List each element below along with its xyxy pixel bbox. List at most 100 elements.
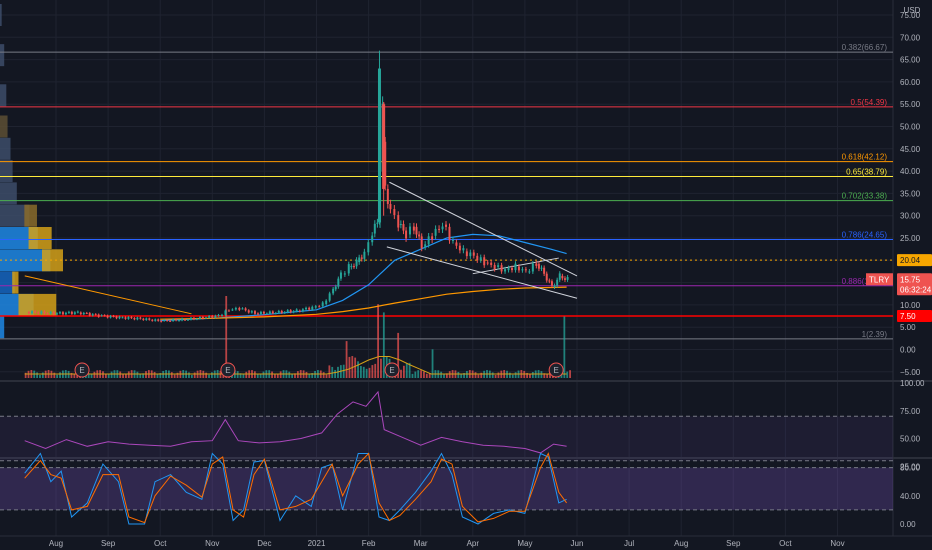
candle-body — [145, 318, 148, 320]
candle-body — [198, 317, 201, 319]
volume-bar — [208, 374, 210, 378]
candle-body — [217, 314, 220, 316]
price-axis-tick: 45.00 — [900, 145, 921, 154]
candle-body — [46, 313, 49, 315]
volume-bar — [193, 372, 196, 378]
candle-body — [280, 310, 283, 313]
candle-body — [178, 320, 181, 322]
candle-body — [479, 257, 482, 261]
volume-profile-bar — [0, 84, 7, 107]
volume-bar — [460, 374, 463, 378]
candle-body — [85, 312, 88, 314]
candle-body — [517, 266, 520, 271]
candle-body — [507, 268, 510, 271]
candle-body — [352, 266, 355, 268]
candle-body — [451, 239, 454, 241]
candle-body — [241, 308, 244, 310]
volume-bar — [357, 361, 359, 378]
volume-bar — [382, 312, 385, 378]
candle-body — [486, 262, 489, 264]
volume-bar — [380, 358, 382, 378]
fib-level-label: 0.786(24.65) — [842, 231, 888, 240]
candle-body — [227, 310, 230, 312]
volume-bar — [511, 374, 514, 378]
candle-body — [139, 317, 142, 319]
candle-body — [163, 319, 166, 321]
volume-bar — [448, 371, 451, 378]
rsi-axis-tick: 100.00 — [900, 379, 925, 388]
price-badge-label: 20.04 — [900, 256, 921, 265]
volume-bar — [457, 371, 460, 378]
volume-bar — [36, 372, 39, 378]
candle-body — [337, 278, 340, 287]
volume-bar — [497, 372, 500, 378]
stoch-axis-tick: 0.00 — [900, 520, 916, 529]
volume-bar — [59, 372, 61, 378]
volume-bar — [139, 374, 142, 378]
candle-body — [127, 317, 130, 319]
candle-body — [181, 318, 184, 321]
volume-bar — [402, 365, 405, 378]
rsi-axis-tick: 75.00 — [900, 407, 921, 416]
volume-bar — [170, 372, 173, 378]
volume-bar — [428, 373, 431, 378]
candle-body — [64, 312, 67, 315]
rsi-axis-tick: 50.00 — [900, 435, 921, 444]
candle-body — [124, 317, 127, 319]
earnings-marker-label: E — [553, 366, 558, 375]
volume-bar — [39, 374, 41, 378]
volume-bar — [546, 374, 549, 378]
candle-body — [274, 313, 277, 315]
candle-body — [37, 312, 40, 314]
candle-body — [545, 273, 548, 281]
candle-body — [259, 311, 262, 315]
volume-bar — [368, 367, 371, 378]
price-axis-tick: 30.00 — [900, 212, 921, 221]
chart-canvas[interactable]: 0.382(66.67) 0.5(54.39) 0.618(42.12) 0.65(3… — [0, 0, 932, 550]
candle-body — [305, 307, 308, 310]
volume-profile-bar — [0, 137, 11, 160]
volume-bar — [53, 372, 56, 378]
candle-body — [431, 236, 434, 240]
candle-body — [553, 285, 556, 288]
candle-body — [339, 272, 342, 279]
candle-body — [490, 262, 493, 265]
candle-body — [94, 314, 97, 316]
price-axis-tick: 35.00 — [900, 189, 921, 198]
candle-body — [265, 313, 268, 315]
candle-body — [558, 273, 561, 280]
candle-body — [295, 309, 298, 312]
candle-body — [58, 312, 61, 314]
symbol-badge-label: TLRY — [869, 275, 890, 284]
candle-body — [465, 251, 468, 257]
earnings-marker-label: E — [79, 366, 84, 375]
volume-bar — [242, 374, 245, 378]
fib-level-label: 0.702(33.38) — [842, 192, 888, 201]
candle-body — [493, 264, 496, 270]
volume-bar — [420, 370, 422, 378]
candle-body — [540, 267, 543, 269]
candle-body — [121, 317, 124, 319]
volume-bar — [540, 371, 543, 378]
volume-bar — [477, 374, 480, 378]
candle-body — [154, 319, 157, 321]
volume-bar — [173, 374, 176, 378]
candle-body — [238, 307, 241, 310]
candle-body — [157, 319, 160, 321]
candle-body — [325, 300, 328, 305]
candle-body — [136, 317, 139, 320]
volume-profile-bar — [0, 316, 5, 339]
candle-body — [231, 309, 234, 311]
volume-bar — [127, 371, 130, 378]
time-axis-tick: Aug — [674, 539, 688, 548]
volume-bar — [110, 371, 113, 378]
candle-body — [472, 252, 475, 256]
candle-body — [43, 311, 46, 314]
volume-bar — [205, 372, 208, 378]
price-axis-tick: 65.00 — [900, 56, 921, 65]
time-axis-tick: Mar — [414, 539, 428, 548]
stoch-axis-tick: 40.00 — [900, 492, 921, 501]
candle-body — [328, 293, 331, 301]
volume-bar — [73, 374, 76, 378]
volume-profile-bar — [0, 44, 5, 67]
